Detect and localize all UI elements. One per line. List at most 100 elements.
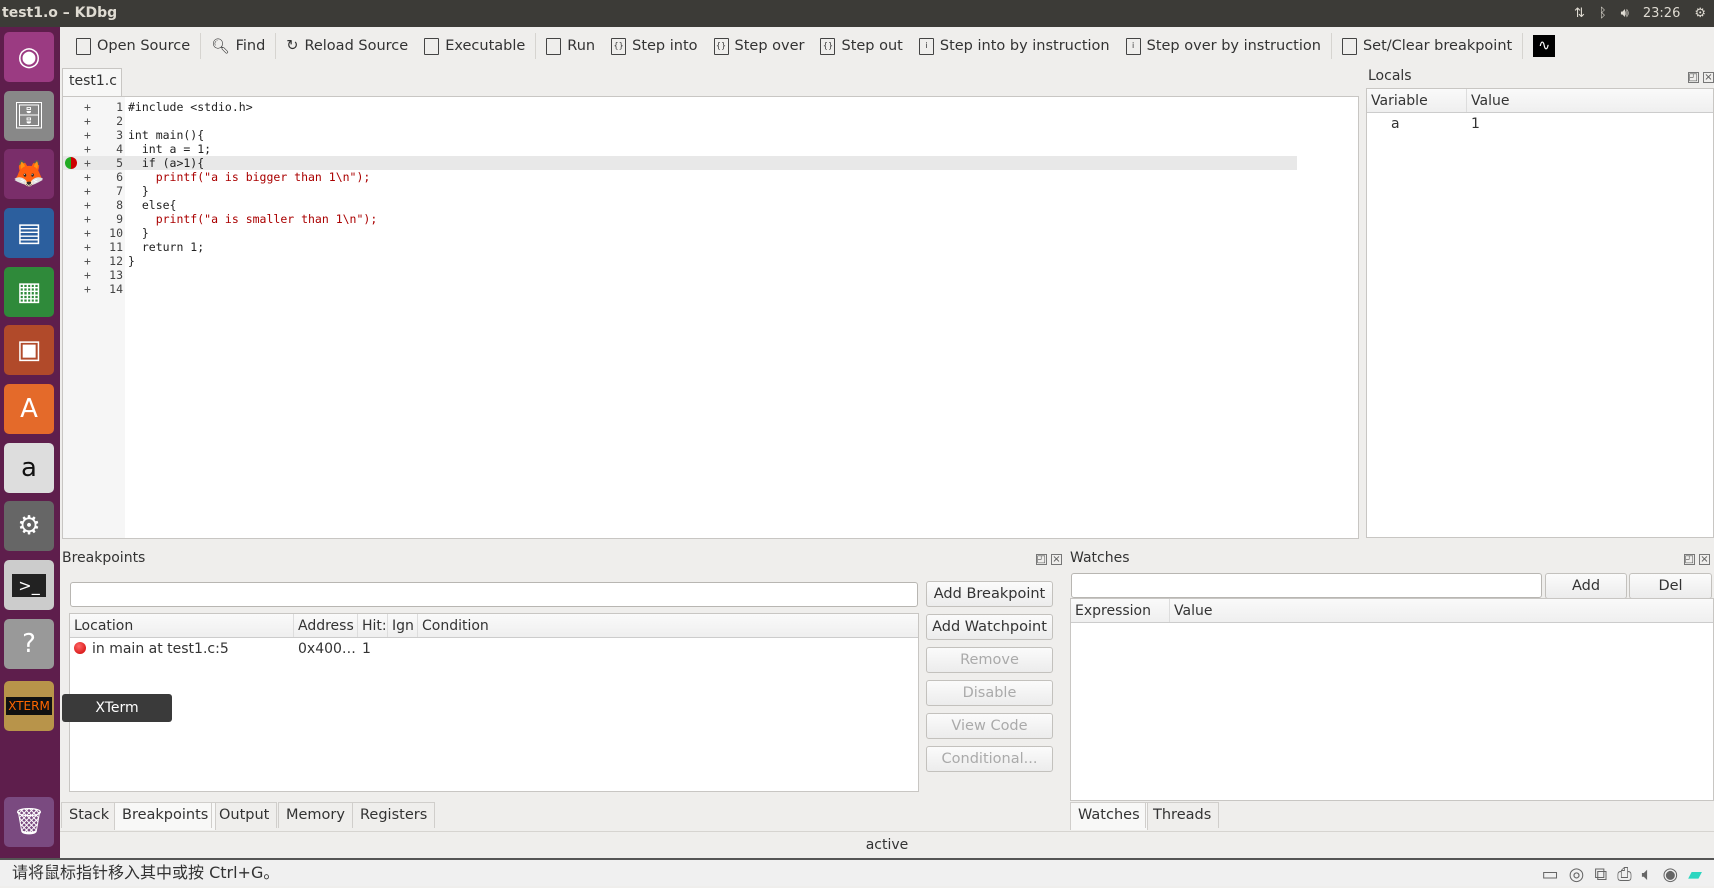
step-into-button[interactable]: {} Step into xyxy=(603,37,705,55)
code-line[interactable]: +12} xyxy=(63,254,1297,268)
gear-icon[interactable]: ⚙ xyxy=(1694,0,1706,27)
column-variable[interactable]: Variable xyxy=(1367,89,1467,112)
watch-expression-input[interactable] xyxy=(1071,573,1542,598)
step-over-instruction-button[interactable]: i Step over by instruction xyxy=(1118,37,1329,55)
open-source-button[interactable]: Open Source xyxy=(68,37,198,55)
code-line[interactable]: +7 } xyxy=(63,184,1297,198)
tab-threads[interactable]: Threads xyxy=(1145,802,1220,828)
expand-icon[interactable]: + xyxy=(84,254,91,268)
expand-icon[interactable]: + xyxy=(84,170,91,184)
step-over-button[interactable]: {} Step over xyxy=(706,37,813,55)
code-line[interactable]: +10 } xyxy=(63,226,1297,240)
impress-icon[interactable]: ▣ xyxy=(4,325,54,375)
xterm-icon[interactable]: XTERM xyxy=(4,681,54,731)
code-line[interactable]: +4 int a = 1; xyxy=(63,142,1297,156)
tab-memory[interactable]: Memory xyxy=(278,802,353,828)
add-watch-button[interactable]: Add xyxy=(1545,573,1627,599)
audio-icon[interactable]: 🔈︎ xyxy=(1642,862,1653,888)
step-out-button[interactable]: {} Step out xyxy=(812,37,910,55)
conditional-button[interactable]: Conditional... xyxy=(926,746,1053,772)
firefox-icon[interactable]: 🦊 xyxy=(4,149,54,199)
software-center-icon[interactable]: A xyxy=(4,384,54,434)
expand-icon[interactable]: + xyxy=(84,212,91,226)
code-line[interactable]: +13 xyxy=(63,268,1297,282)
trash-icon[interactable]: 🗑 xyxy=(4,797,54,847)
expand-icon[interactable]: + xyxy=(84,240,91,254)
column-ignore[interactable]: Ign xyxy=(388,614,418,637)
code-line[interactable]: +6 printf("a is bigger than 1\n"); xyxy=(63,170,1297,184)
writer-icon[interactable]: ▤ xyxy=(4,208,54,258)
expand-icon[interactable]: + xyxy=(84,226,91,240)
close-icon[interactable]: × xyxy=(1699,554,1710,565)
column-value[interactable]: Value xyxy=(1170,599,1713,622)
tab-test1-c[interactable]: test1.c xyxy=(62,68,122,96)
delete-watch-button[interactable]: Del xyxy=(1629,573,1712,599)
code-line[interactable]: +8 else{ xyxy=(63,198,1297,212)
column-address[interactable]: Address xyxy=(294,614,358,637)
float-icon[interactable]: ◰ xyxy=(1035,554,1047,565)
files-icon[interactable]: 🗄 xyxy=(4,91,54,141)
set-clear-breakpoint-button[interactable]: Set/Clear breakpoint xyxy=(1334,37,1520,55)
clock[interactable]: 23:26 xyxy=(1643,0,1680,27)
tab-breakpoints[interactable]: Breakpoints xyxy=(114,802,217,830)
expand-icon[interactable]: + xyxy=(84,114,91,128)
shared-folder-icon[interactable]: ▰ xyxy=(1688,862,1702,888)
expand-icon[interactable]: + xyxy=(84,268,91,282)
view-code-button[interactable]: View Code xyxy=(926,713,1053,739)
find-button[interactable]: 🔍︎ Find xyxy=(203,38,273,55)
ubuntu-dash-icon[interactable]: ◉ xyxy=(4,32,54,82)
column-condition[interactable]: Condition xyxy=(418,614,918,637)
float-icon[interactable]: ◰ xyxy=(1687,72,1699,83)
code-line[interactable]: +2 xyxy=(63,114,1297,128)
source-editor[interactable]: +1 #include <stdio.h> +2 +3 int main(){+4 in… xyxy=(62,96,1359,539)
tab-watches[interactable]: Watches xyxy=(1070,802,1148,830)
expand-icon[interactable]: + xyxy=(84,142,91,156)
column-expression[interactable]: Expression xyxy=(1071,599,1170,622)
code-line[interactable]: +3 int main(){ xyxy=(63,128,1297,142)
locals-tree[interactable]: Variable Value a1 xyxy=(1366,88,1714,538)
bluetooth-icon[interactable]: ᛒ xyxy=(1599,0,1607,27)
column-location[interactable]: Location xyxy=(70,614,294,637)
add-watchpoint-button[interactable]: Add Watchpoint xyxy=(926,614,1053,640)
breakpoint-current-line-icon[interactable] xyxy=(65,157,77,169)
expand-icon[interactable]: + xyxy=(84,128,91,142)
locals-row[interactable]: a1 xyxy=(1367,113,1713,135)
float-icon[interactable]: ◰ xyxy=(1683,554,1695,565)
calc-icon[interactable]: ▦ xyxy=(4,267,54,317)
system-settings-icon[interactable]: ⚙ xyxy=(4,501,54,551)
watches-table[interactable]: Expression Value xyxy=(1070,598,1714,801)
code-line[interactable]: +14 xyxy=(63,282,1297,296)
network-icon[interactable]: ⇅ xyxy=(1574,0,1585,27)
expand-icon[interactable]: + xyxy=(84,282,91,296)
code-line[interactable]: +9 printf("a is smaller than 1\n"); xyxy=(63,212,1297,226)
close-icon[interactable]: × xyxy=(1703,72,1714,83)
code-line[interactable]: +1 #include <stdio.h> xyxy=(63,100,1297,114)
reload-source-button[interactable]: ↻ Reload Source xyxy=(278,38,416,54)
terminal-icon[interactable]: >_ xyxy=(4,560,54,610)
code-line[interactable]: +5 if (a>1){ xyxy=(63,156,1297,170)
amazon-icon[interactable]: a xyxy=(4,443,54,493)
usb-icon[interactable]: ⎙ xyxy=(1617,862,1631,888)
expand-icon[interactable]: + xyxy=(84,198,91,212)
executable-button[interactable]: Executable xyxy=(416,37,533,55)
add-breakpoint-button[interactable]: Add Breakpoint xyxy=(926,581,1053,607)
expand-icon[interactable]: + xyxy=(84,100,91,114)
step-into-instruction-button[interactable]: i Step into by instruction xyxy=(911,37,1118,55)
expand-icon[interactable]: + xyxy=(84,184,91,198)
disable-button[interactable]: Disable xyxy=(926,680,1053,706)
column-value[interactable]: Value xyxy=(1467,89,1713,112)
expand-icon[interactable]: + xyxy=(84,156,91,170)
volume-icon[interactable]: 🔊︎ xyxy=(1621,0,1629,27)
help-icon[interactable]: ? xyxy=(4,619,54,669)
network-adapter-icon[interactable]: ⧉ xyxy=(1594,862,1607,888)
run-button[interactable]: Run xyxy=(538,37,603,55)
remove-button[interactable]: Remove xyxy=(926,647,1053,673)
tab-output[interactable]: Output xyxy=(211,802,278,828)
recording-icon[interactable]: ◉ xyxy=(1662,862,1678,888)
hard-disk-icon[interactable]: ▭ xyxy=(1542,862,1559,888)
code-line[interactable]: +11 return 1; xyxy=(63,240,1297,254)
tab-stack[interactable]: Stack xyxy=(61,802,118,828)
breakpoint-location-input[interactable] xyxy=(70,582,918,607)
breakpoint-row[interactable]: in main at test1.c:5 0x400… 1 xyxy=(70,638,918,660)
close-icon[interactable]: × xyxy=(1051,554,1062,565)
